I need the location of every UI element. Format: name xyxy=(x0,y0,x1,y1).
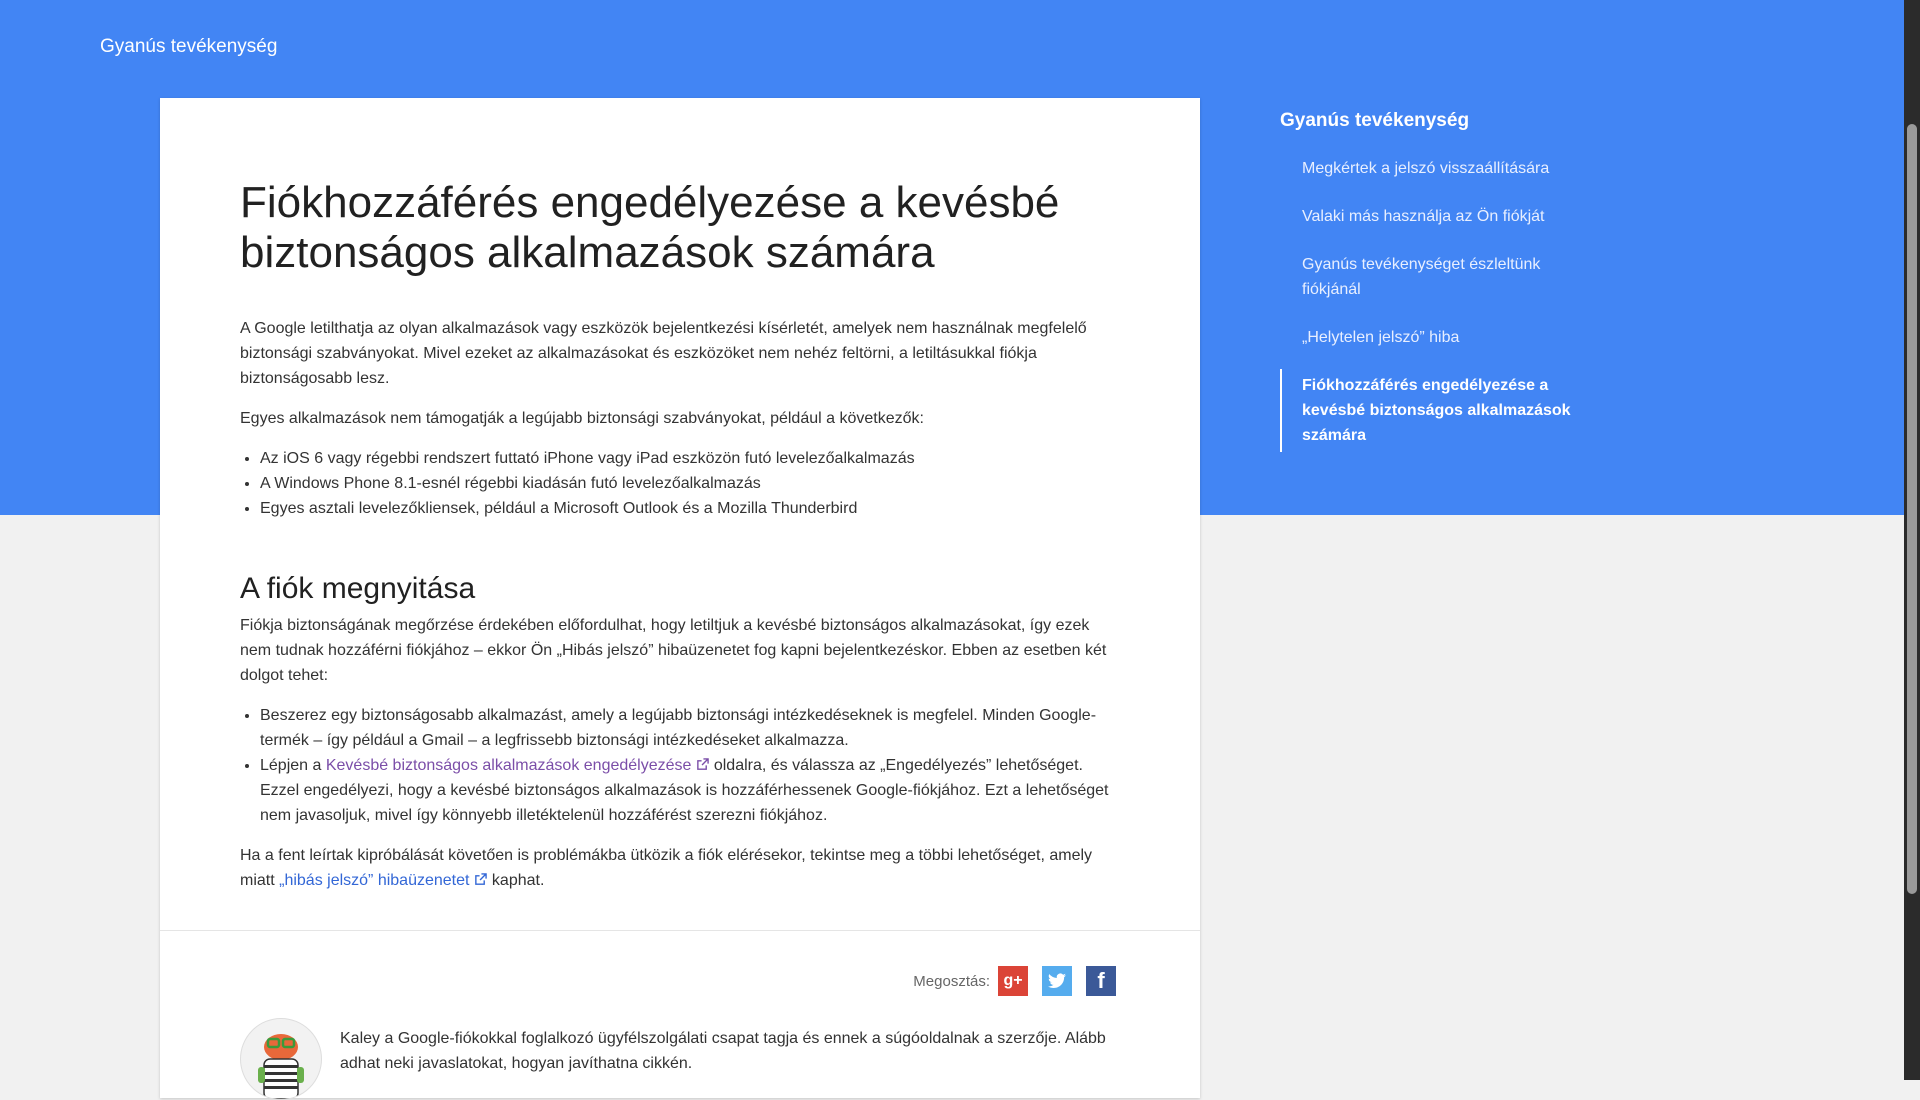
facebook-share-button[interactable]: f xyxy=(1086,966,1116,996)
sidebar-nav: Gyanús tevékenység Megkértek a jelszó vi… xyxy=(1280,110,1580,467)
option2-text-before: Lépjen a xyxy=(260,757,326,774)
sidebar-item-suspicious-activity-detected[interactable]: Gyanús tevékenységet észleltünk fiókjáná… xyxy=(1280,248,1580,306)
external-link-icon xyxy=(697,758,710,770)
twitter-icon xyxy=(1048,973,1066,989)
sidebar-item-someone-else-using-account[interactable]: Valaki más használja az Ön fiókját xyxy=(1280,200,1580,233)
article-content: Fiókhozzáférés engedélyezése a kevésbé b… xyxy=(240,178,1120,893)
sidebar-title[interactable]: Gyanús tevékenység xyxy=(1280,110,1580,132)
link-text: Kevésbé biztonságos alkalmazások engedél… xyxy=(325,757,692,774)
site-title[interactable]: Gyanús tevékenység xyxy=(100,36,277,58)
sidebar-item-incorrect-password-error[interactable]: „Helytelen jelszó” hiba xyxy=(1280,321,1580,354)
link-text: „hibás jelszó” hibaüzenetet xyxy=(279,872,470,889)
vertical-scrollbar[interactable] xyxy=(1904,0,1920,1080)
scrollbar-thumb[interactable] xyxy=(1907,124,1917,894)
list-item: Egyes asztali levelezőkliensek, például … xyxy=(260,496,1120,521)
closing-text-after: kaphat. xyxy=(487,872,545,889)
list-item: A Windows Phone 8.1-esnél régebbi kiadás… xyxy=(260,471,1120,496)
allow-less-secure-apps-link[interactable]: Kevésbé biztonságos alkalmazások engedél… xyxy=(326,757,710,774)
examples-list: Az iOS 6 vagy régebbi rendszert futtató … xyxy=(240,446,1120,521)
twitter-share-button[interactable] xyxy=(1042,966,1072,996)
sidebar-item-less-secure-apps[interactable]: Fiókhozzáférés engedélyezése a kevésbé b… xyxy=(1280,369,1580,452)
examples-intro: Egyes alkalmazások nem támogatják a legú… xyxy=(240,410,924,427)
google-plus-icon: g+ xyxy=(1003,972,1023,989)
article-card: Fiókhozzáférés engedélyezése a kevésbé b… xyxy=(160,98,1200,1100)
options-list: Beszerez egy biztonságosabb alkalmazást,… xyxy=(240,703,1120,828)
intro-paragraph: A Google letilthatja az olyan alkalmazás… xyxy=(240,320,1087,387)
article-title: Fiókhozzáférés engedélyezése a kevésbé b… xyxy=(240,178,1060,277)
author-avatar xyxy=(240,1018,322,1100)
google-plus-share-button[interactable]: g+ xyxy=(998,966,1028,996)
list-item: Az iOS 6 vagy régebbi rendszert futtató … xyxy=(260,446,1120,471)
list-item: Lépjen a Kevésbé biztonságos alkalmazáso… xyxy=(260,753,1120,828)
share-bar: Megosztás: g+ f xyxy=(913,966,1116,996)
author-avatar-illustration xyxy=(258,1034,304,1099)
external-link-icon xyxy=(475,873,488,885)
wrong-password-error-link[interactable]: „hibás jelszó” hibaüzenetet xyxy=(279,872,488,889)
list-item: Beszerez egy biztonságosabb alkalmazást,… xyxy=(260,703,1120,753)
author-bio: Kaley a Google-fiókokkal foglalkozó ügyf… xyxy=(340,1030,1106,1072)
divider xyxy=(160,930,1200,931)
facebook-icon: f xyxy=(1097,968,1105,993)
section-heading: A fiók megnyitása xyxy=(240,572,476,605)
share-label: Megosztás: xyxy=(913,972,990,990)
sidebar-item-password-reset[interactable]: Megkértek a jelszó visszaállítására xyxy=(1280,152,1580,185)
closing-paragraph: Ha a fent leírtak kipróbálását követően … xyxy=(240,843,1120,893)
section-intro: Fiókja biztonságának megőrzése érdekében… xyxy=(240,617,1107,684)
